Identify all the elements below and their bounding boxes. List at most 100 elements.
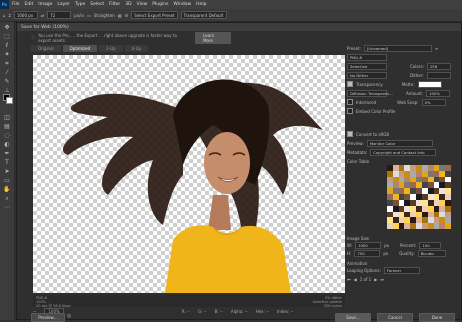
path-select-icon[interactable]: ➤ <box>3 169 11 175</box>
menu-type[interactable]: Type <box>75 2 85 7</box>
menu-select[interactable]: Select <box>90 2 104 7</box>
amount-field[interactable]: 100% <box>426 89 451 97</box>
optimization-info: PNG-8 100% … 20 sec @ 56.6 Kbps 0% dithe… <box>33 295 345 308</box>
convert-srgb-checkbox[interactable] <box>347 131 353 137</box>
image-size-label: Image Size <box>347 235 370 241</box>
metadata-select[interactable]: Copyright and Contact Info <box>370 148 437 156</box>
eyedropper-icon[interactable]: ⁄ <box>3 70 11 76</box>
matte-select[interactable] <box>417 80 442 88</box>
first-frame-icon[interactable]: ⏮ <box>347 277 351 282</box>
menu-bar: Ps File Edit Image Layer Type Select Fil… <box>0 0 462 9</box>
tab-original[interactable]: Original <box>31 45 61 52</box>
transparency-checkbox[interactable] <box>347 81 353 87</box>
zoom-icon[interactable]: ⌕ <box>3 196 11 202</box>
menu-edit[interactable]: Edit <box>25 2 34 7</box>
photoshop-logo: Ps <box>0 0 9 9</box>
animation-label: Animation <box>347 260 368 266</box>
menu-view[interactable]: View <box>137 2 148 7</box>
prev-frame-icon[interactable]: ◀ <box>354 277 357 282</box>
color-table[interactable] <box>387 165 451 229</box>
more-tools-icon[interactable]: ⋯ <box>3 205 11 211</box>
settings-icon[interactable]: ⚙ <box>125 13 129 18</box>
shape-icon[interactable]: ▭ <box>3 178 11 184</box>
menu-layer[interactable]: Layer <box>57 2 70 7</box>
tab-optimized[interactable]: Optimized <box>62 45 98 52</box>
embed-profile-checkbox[interactable] <box>347 108 353 114</box>
dither-field[interactable] <box>426 71 451 79</box>
type-icon[interactable]: T <box>3 160 11 166</box>
transparency-dither-select[interactable]: Diffusion Transparen… <box>347 89 393 97</box>
blur-icon[interactable]: ◌ <box>3 133 11 139</box>
cancel-button[interactable]: Cancel <box>377 313 413 322</box>
colors-label: Colors: <box>410 63 424 69</box>
magic-wand-icon[interactable]: ✦ <box>3 52 11 58</box>
marquee-tool-icon[interactable]: ⬚ <box>3 34 11 40</box>
tab-2-up[interactable]: 2-Up <box>99 45 123 52</box>
menu-help[interactable]: Help <box>196 2 206 7</box>
browser-icon[interactable]: ◎ <box>67 313 71 319</box>
tab-4-up[interactable]: 4-Up <box>124 45 149 52</box>
notice-text: You use the Pro, … the Export … right ab… <box>38 32 177 43</box>
format-select[interactable]: PNG-8 <box>347 53 387 61</box>
upgrade-notice: ⓘ You use the Pro, … the Export … right … <box>31 31 231 44</box>
grid-icon[interactable]: ▦ <box>118 13 122 18</box>
amount-label: Amount: <box>406 90 424 96</box>
last-frame-icon[interactable]: ⏭ <box>380 277 384 282</box>
web-snap-field[interactable]: 0% <box>421 98 446 106</box>
preview-button[interactable]: Preview… <box>31 313 65 322</box>
reduction-select[interactable]: Selective <box>347 62 387 70</box>
lasso-tool-icon[interactable]: ℓ <box>3 43 11 49</box>
home-icon[interactable]: ⌂ <box>3 13 6 18</box>
preview-select[interactable]: Monitor Color <box>366 139 433 147</box>
swap-icon[interactable]: ⇄ <box>41 13 44 18</box>
straighten-label[interactable]: Straighten <box>94 13 115 18</box>
preview-label: Preview: <box>347 140 364 146</box>
play-icon[interactable]: ▶ <box>374 277 377 282</box>
save-button[interactable]: Save… <box>335 313 371 322</box>
height-field[interactable]: 750 <box>354 249 381 257</box>
export-preset-select[interactable]: Select Export Preset <box>131 11 178 19</box>
eraser-icon[interactable]: ◫ <box>3 115 11 121</box>
size-field[interactable]: 1000 px <box>13 11 38 19</box>
resolution-field[interactable]: 72 <box>47 11 72 19</box>
matte-label: Matte: <box>401 81 415 87</box>
done-button[interactable]: Done <box>419 313 455 322</box>
crop-icon[interactable]: ⌗ <box>3 61 11 67</box>
menu-plugins[interactable]: Plugins <box>152 2 168 7</box>
menu-filter[interactable]: Filter <box>109 2 120 7</box>
menu-image[interactable]: Image <box>38 2 52 7</box>
menu-file[interactable]: File <box>12 2 20 7</box>
embed-profile-label: Embed Color Profile <box>356 108 396 114</box>
dodge-icon[interactable]: ◐ <box>3 142 11 148</box>
interlaced-checkbox[interactable] <box>347 99 353 105</box>
background-color-swatch[interactable] <box>6 97 13 104</box>
color-table-swatch[interactable] <box>445 223 451 229</box>
move-tool-icon[interactable]: ✥ <box>3 25 11 31</box>
colors-field[interactable]: 256 <box>426 62 451 70</box>
resolution-unit[interactable]: px/in <box>74 13 84 18</box>
pen-icon[interactable]: ✒ <box>3 151 11 157</box>
settings-panel: Preset: [Unnamed] ≡ PNG-8 Selective Colo… <box>347 44 459 285</box>
dialog-title: Save for Web (100%) <box>17 23 461 31</box>
brush-icon[interactable]: ✎ <box>3 79 11 85</box>
preset-select[interactable]: [Unnamed] <box>363 44 432 52</box>
info-icon: ⓘ <box>31 34 35 40</box>
height-label: H: <box>347 250 352 256</box>
woman-portrait-image <box>62 79 323 293</box>
learn-more-button[interactable]: Learn More <box>195 31 231 44</box>
crop-tool-icon[interactable]: ⌗ <box>9 13 11 18</box>
looping-select[interactable]: Forever <box>383 266 420 274</box>
menu-3d[interactable]: 3D <box>125 2 131 7</box>
dither-algorithm-select[interactable]: No Dither <box>347 71 387 79</box>
clear-button[interactable]: ▭ <box>87 13 91 18</box>
transparent-default-select[interactable]: Transparent Default <box>180 11 227 19</box>
preset-menu-icon[interactable]: ≡ <box>435 46 438 51</box>
hand-icon[interactable]: ✋ <box>3 187 11 193</box>
menu-window[interactable]: Window <box>173 2 191 7</box>
width-field[interactable]: 1000 <box>355 241 382 249</box>
gradient-icon[interactable]: ▤ <box>3 124 11 130</box>
quality-select[interactable]: Bicubic <box>417 249 446 257</box>
preview-canvas[interactable] <box>33 55 345 293</box>
width-label: W: <box>347 242 353 248</box>
percent-field[interactable]: 100 <box>419 241 442 249</box>
